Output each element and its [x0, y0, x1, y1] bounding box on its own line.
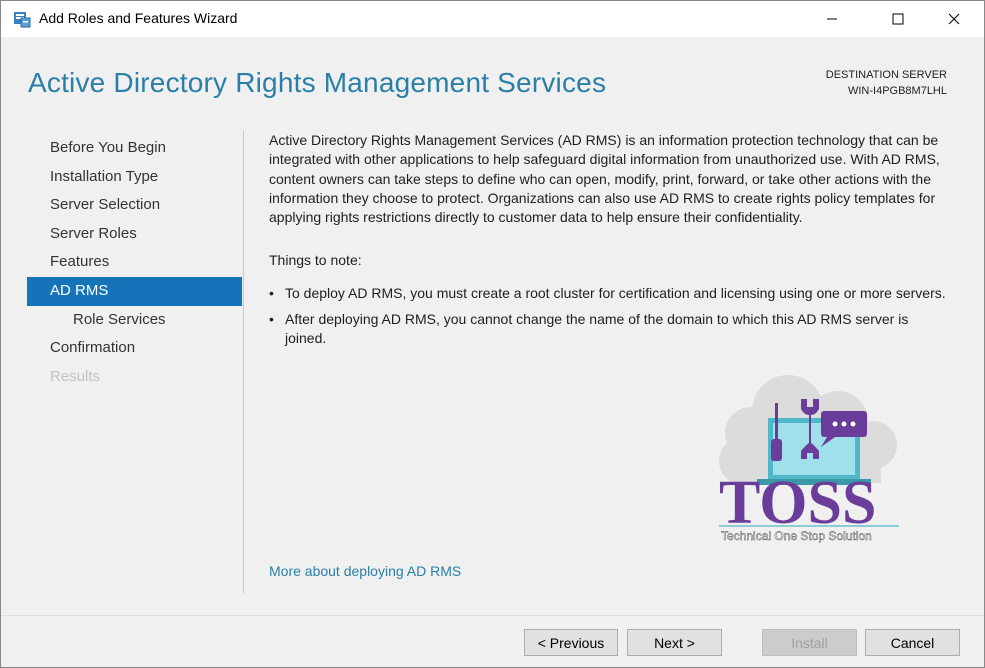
close-button[interactable]	[931, 1, 977, 37]
nav-divider	[243, 131, 244, 593]
wizard-nav: Before You Begin Installation Type Serve…	[27, 134, 242, 391]
list-item: • To deploy AD RMS, you must create a ro…	[269, 284, 949, 303]
install-button: Install	[762, 629, 857, 656]
nav-item-ad-rms[interactable]: AD RMS	[27, 276, 242, 306]
bullet-icon: •	[269, 311, 274, 328]
nav-item-before-you-begin[interactable]: Before You Begin	[27, 134, 242, 163]
nav-item-role-services[interactable]: Role Services	[27, 306, 242, 335]
nav-item-confirmation[interactable]: Confirmation	[27, 334, 242, 363]
content-panel: Active Directory Rights Management Servi…	[269, 131, 959, 356]
next-button[interactable]: Next >	[627, 629, 722, 656]
window-title: Add Roles and Features Wizard	[39, 10, 238, 26]
server-manager-icon	[13, 10, 31, 28]
nav-item-results: Results	[50, 367, 101, 385]
maximize-icon	[892, 13, 904, 25]
logo-wordmark: TOSS	[719, 469, 876, 537]
title-bar: Add Roles and Features Wizard	[1, 1, 984, 37]
role-description: Active Directory Rights Management Servi…	[269, 132, 940, 226]
more-about-link[interactable]: More about deploying AD RMS	[269, 563, 461, 579]
nav-item-server-selection[interactable]: Server Selection	[27, 191, 242, 220]
destination-server-label: DESTINATION SERVER	[825, 69, 947, 81]
nav-item-server-roles[interactable]: Server Roles	[27, 220, 242, 249]
note-text: After deploying AD RMS, you cannot chang…	[285, 311, 909, 347]
destination-server-name: WIN-I4PGB8M7LHL	[847, 85, 947, 97]
wizard-header: Active Directory Rights Management Servi…	[1, 37, 984, 117]
page-title: Active Directory Rights Management Servi…	[28, 67, 607, 98]
list-item: • After deploying AD RMS, you cannot cha…	[269, 310, 949, 349]
minimize-button[interactable]	[809, 1, 855, 37]
close-icon	[948, 13, 960, 25]
maximize-button[interactable]	[875, 1, 921, 37]
nav-item-features[interactable]: Features	[27, 248, 242, 277]
bullet-icon: •	[269, 284, 274, 301]
wizard-window: Add Roles and Features Wizard Active Dir…	[0, 0, 985, 668]
toss-logo: TOSS Technical One Stop Solution	[713, 373, 903, 548]
notes-list: • To deploy AD RMS, you must create a ro…	[269, 284, 959, 349]
minimize-icon	[826, 13, 838, 25]
cancel-button[interactable]: Cancel	[865, 629, 960, 656]
note-text: To deploy AD RMS, you must create a root…	[285, 284, 946, 301]
nav-item-installation-type[interactable]: Installation Type	[27, 163, 242, 192]
previous-button[interactable]: < Previous	[524, 629, 618, 656]
logo-tagline: Technical One Stop Solution	[721, 529, 872, 543]
notes-heading: Things to note:	[269, 252, 362, 269]
footer-separator	[1, 615, 984, 616]
